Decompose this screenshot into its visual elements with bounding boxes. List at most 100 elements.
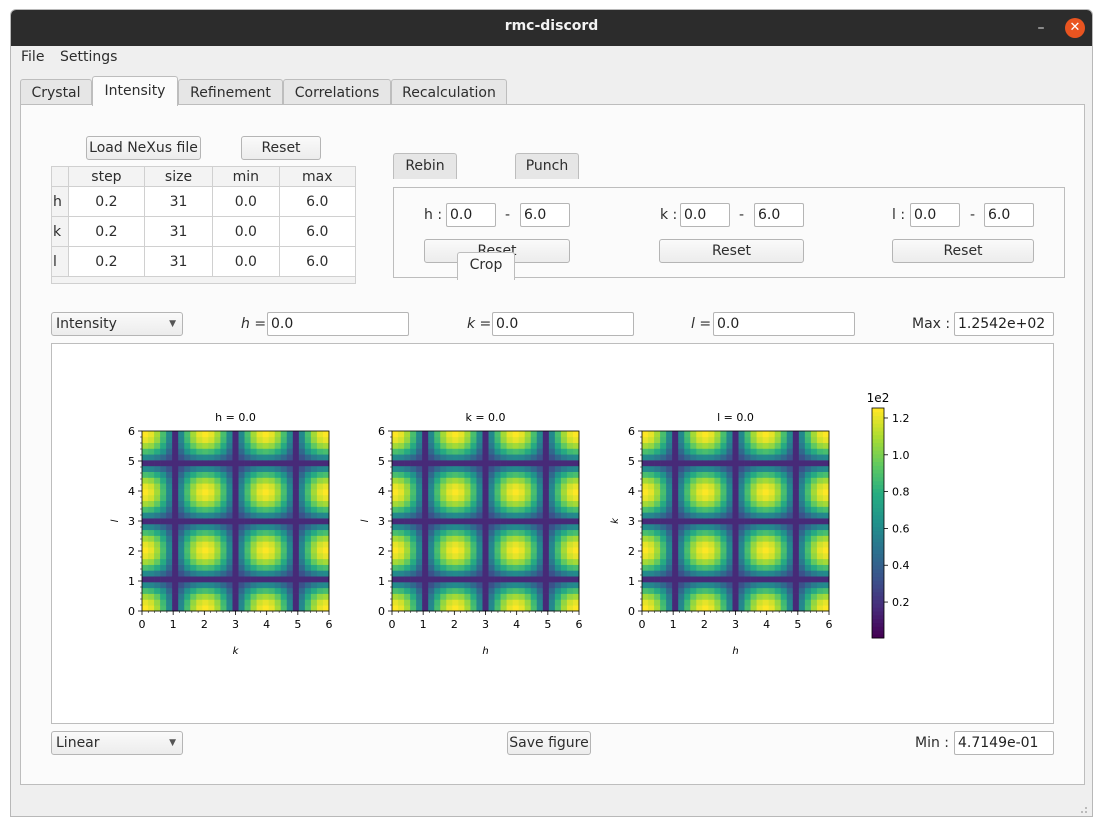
y-tick-label: 5 xyxy=(128,455,135,468)
heatmap-cell xyxy=(762,541,770,548)
heatmap-cell xyxy=(548,506,556,513)
heatmap-cell xyxy=(810,576,818,583)
heatmap-cell xyxy=(238,587,245,594)
cell-min[interactable]: 0.0 xyxy=(212,216,280,247)
k-slice-input[interactable]: 0.0 xyxy=(492,312,634,336)
heatmap-cell xyxy=(322,500,330,507)
load-nexus-button[interactable]: Load NeXus file xyxy=(86,136,201,160)
close-icon[interactable]: ✕ xyxy=(1065,18,1085,38)
cell-size[interactable]: 31 xyxy=(143,186,214,217)
crop-l-min-input[interactable]: 0.0 xyxy=(910,203,960,227)
minimize-icon[interactable]: – xyxy=(1031,18,1051,38)
heatmap-cell xyxy=(268,436,276,443)
cell-step[interactable]: 0.2 xyxy=(68,186,145,217)
heatmap-cell xyxy=(542,587,550,594)
tab-intensity[interactable]: Intensity xyxy=(92,76,178,106)
heatmap-cell xyxy=(464,483,471,490)
cell-size[interactable]: 31 xyxy=(143,246,214,277)
heatmap-cell xyxy=(654,465,661,472)
title-bar[interactable]: rmc-discord – ◻ ✕ xyxy=(11,10,1092,46)
heatmap-cell xyxy=(142,431,149,438)
max-input[interactable]: 1.2542e+02 xyxy=(954,312,1054,336)
heatmap-cell xyxy=(702,541,709,548)
heatmap-cell xyxy=(262,494,270,502)
heatmap-cell xyxy=(780,558,788,565)
heatmap-cell xyxy=(732,506,739,513)
heatmap-cell xyxy=(654,535,661,542)
heatmap-cell xyxy=(702,436,709,443)
heatmap-cell xyxy=(178,564,185,571)
heatmap-cell xyxy=(572,506,580,513)
heatmap-cell xyxy=(566,431,574,438)
cell-step[interactable]: 0.2 xyxy=(68,216,145,247)
heatmap-cell xyxy=(798,529,806,536)
cell-min[interactable]: 0.0 xyxy=(212,246,280,277)
cell-step[interactable]: 0.2 xyxy=(68,246,145,277)
heatmap-cell xyxy=(566,454,574,461)
save-figure-button[interactable]: Save figure xyxy=(507,731,591,755)
heatmap-cell xyxy=(184,547,191,554)
heatmap-cell xyxy=(542,529,550,536)
subtab-punch[interactable]: Punch xyxy=(515,153,579,179)
crop-h-min-input[interactable]: 0.0 xyxy=(446,203,496,227)
heatmap-cell xyxy=(398,506,405,513)
heatmap-cell xyxy=(786,564,794,571)
cell-max[interactable]: 6.0 xyxy=(278,186,357,217)
heatmap-cell xyxy=(494,605,501,612)
heatmap-cell xyxy=(530,523,538,531)
heatmap-cell xyxy=(542,518,550,525)
tab-recalculation[interactable]: Recalculation xyxy=(391,79,507,105)
crop-l-reset-button[interactable]: Reset xyxy=(892,239,1034,263)
heatmap-cell xyxy=(572,477,580,484)
figure-canvas[interactable]: h = 0.0 k l 0 0 1 1 2 2 3 3 4 4 5 5 6 6 k = 0.0 h l 0 0 1 1 2 2 3 3… xyxy=(51,343,1054,724)
heatmap-cell xyxy=(768,454,776,461)
min-input[interactable]: 4.7149e-01 xyxy=(954,731,1054,755)
l-slice-input[interactable]: 0.0 xyxy=(713,312,855,336)
heatmap-cell xyxy=(292,518,300,525)
heatmap-cell xyxy=(738,529,745,536)
heatmap-cell xyxy=(494,523,501,531)
heatmap-cell xyxy=(250,512,257,519)
heatmap-cell xyxy=(572,547,580,554)
subtab-crop[interactable]: Crop xyxy=(457,252,515,280)
heatmap-cell xyxy=(458,506,465,513)
tab-crystal[interactable]: Crystal xyxy=(20,79,92,105)
heatmap-cell xyxy=(232,535,239,542)
heatmap-cell xyxy=(648,558,655,565)
heatmap-cell xyxy=(256,494,263,502)
tab-refinement[interactable]: Refinement xyxy=(178,79,283,105)
k-slice-label: k = xyxy=(467,316,492,332)
crop-k-reset-button[interactable]: Reset xyxy=(659,239,804,263)
plot-type-select[interactable]: Intensity ▼ xyxy=(51,312,183,336)
h-slice-input[interactable]: 0.0 xyxy=(267,312,409,336)
cell-size[interactable]: 31 xyxy=(143,216,214,247)
heatmap-cell xyxy=(434,523,441,531)
heatmap-cell xyxy=(262,477,270,484)
subtab-rebin[interactable]: Rebin xyxy=(393,153,457,179)
heatmap-cell xyxy=(214,431,221,438)
heatmap-cell xyxy=(822,460,830,467)
heatmap-cell xyxy=(232,599,239,606)
heatmap-cell xyxy=(684,465,691,472)
crop-k-min-input[interactable]: 0.0 xyxy=(680,203,730,227)
heatmap-cell xyxy=(446,454,453,461)
heatmap-cell xyxy=(530,442,538,449)
heatmap-cell xyxy=(262,587,270,594)
tab-correlations[interactable]: Correlations xyxy=(283,79,391,105)
heatmap-cell xyxy=(548,431,556,438)
heatmap-cell xyxy=(434,570,441,577)
cell-max[interactable]: 6.0 xyxy=(278,216,357,247)
crop-h-max-input[interactable]: 6.0 xyxy=(520,203,570,227)
menu-settings[interactable]: Settings xyxy=(60,49,117,65)
resize-grip-icon[interactable] xyxy=(1078,804,1088,814)
heatmap-cell xyxy=(398,605,405,612)
cell-min[interactable]: 0.0 xyxy=(212,186,280,217)
crop-k-max-input[interactable]: 6.0 xyxy=(754,203,804,227)
crop-l-max-input[interactable]: 6.0 xyxy=(984,203,1034,227)
reset-button[interactable]: Reset xyxy=(241,136,321,160)
scale-select[interactable]: Linear ▼ xyxy=(51,731,183,755)
heatmap-cell xyxy=(690,535,697,542)
cell-max[interactable]: 6.0 xyxy=(278,246,357,277)
menu-file[interactable]: File xyxy=(21,49,44,65)
heatmap-cell xyxy=(316,529,324,536)
